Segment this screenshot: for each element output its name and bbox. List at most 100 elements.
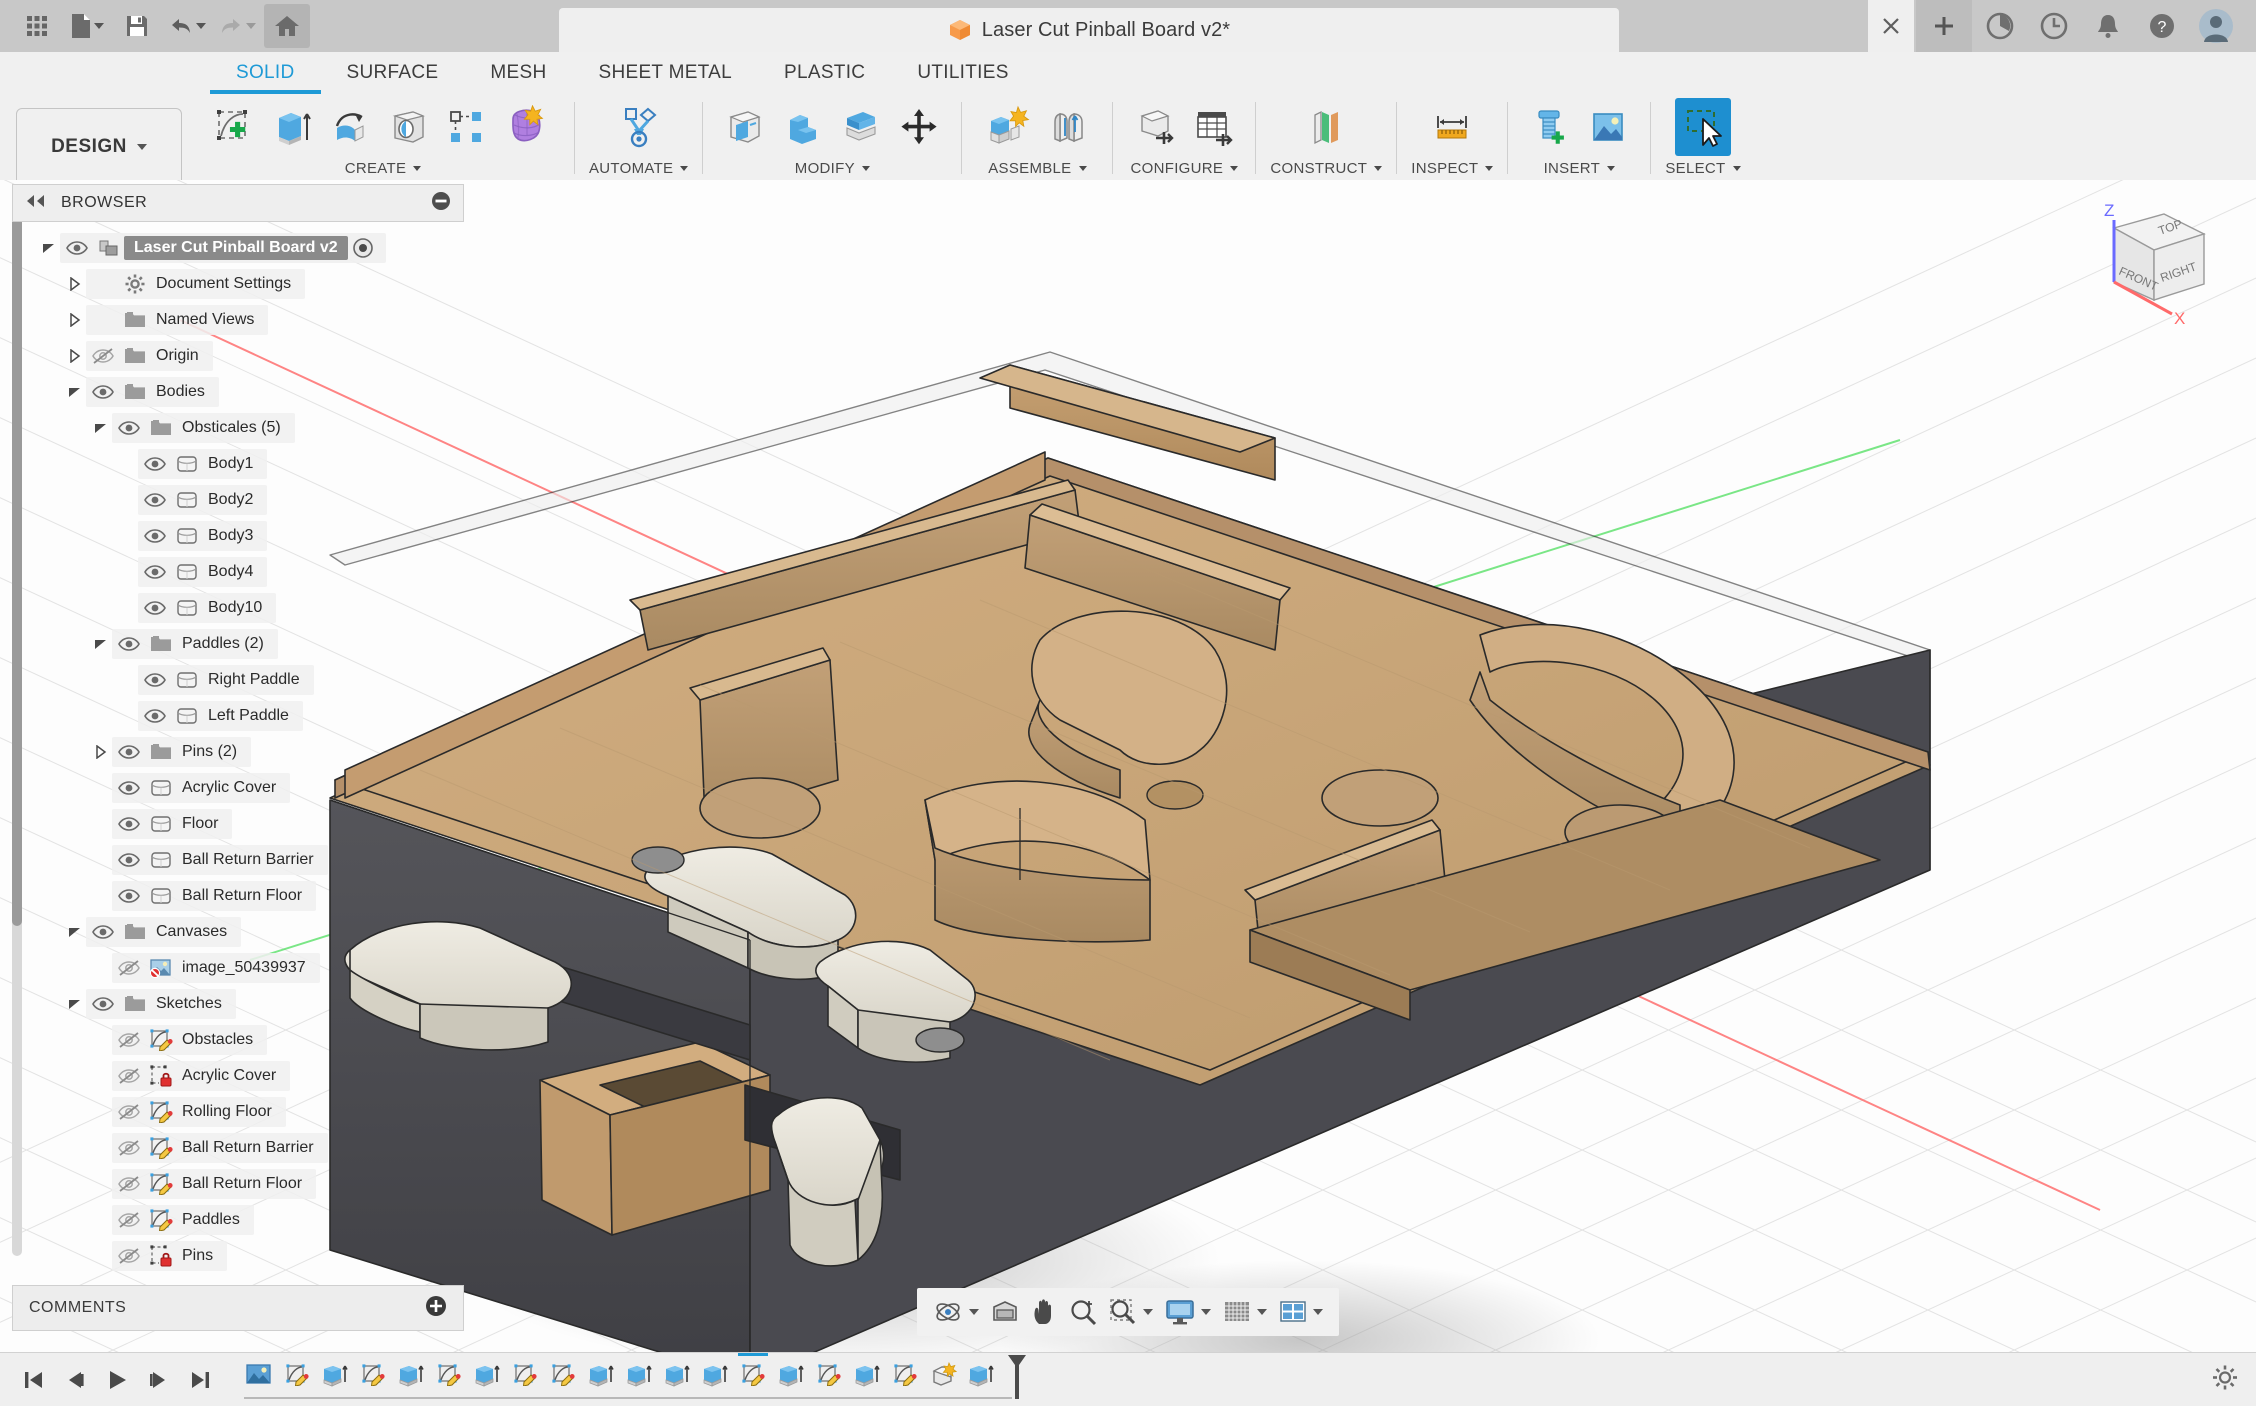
- select-tool-icon[interactable]: [1674, 98, 1731, 156]
- tree-item-chip[interactable]: Sketches: [86, 989, 236, 1019]
- panel-inspect-label[interactable]: INSPECT: [1411, 156, 1494, 180]
- fillet-icon[interactable]: [775, 98, 831, 156]
- collapse-arrow-icon[interactable]: [90, 413, 112, 443]
- close-icon[interactable]: [1868, 0, 1914, 52]
- visibility-hidden-icon[interactable]: [112, 1061, 146, 1091]
- tree-row-floor[interactable]: Floor: [12, 806, 464, 842]
- visibility-shown-icon[interactable]: [138, 593, 172, 623]
- timeline-begin-icon[interactable]: [14, 1358, 52, 1402]
- tree-row-body1[interactable]: Body1: [12, 446, 464, 482]
- panel-automate-label[interactable]: AUTOMATE: [589, 156, 689, 180]
- visibility-shown-icon[interactable]: [138, 557, 172, 587]
- minus-circle-icon[interactable]: [431, 191, 451, 216]
- tree-item-chip[interactable]: Paddles: [112, 1205, 254, 1235]
- move-copy-icon[interactable]: [891, 98, 947, 156]
- tree-item-chip[interactable]: Ball Return Barrier: [112, 845, 328, 875]
- automated-modeling-icon[interactable]: [607, 98, 671, 156]
- visibility-hidden-icon[interactable]: [112, 1097, 146, 1127]
- tree-row-ball-return-barrier[interactable]: Ball Return Barrier: [12, 1130, 464, 1166]
- visibility-hidden-icon[interactable]: [112, 1205, 146, 1235]
- visibility-hidden-icon[interactable]: [112, 1169, 146, 1199]
- panel-select-label[interactable]: SELECT: [1665, 156, 1741, 180]
- panel-assemble-label[interactable]: ASSEMBLE: [988, 156, 1087, 180]
- visibility-shown-icon[interactable]: [86, 377, 120, 407]
- tree-row-right-paddle[interactable]: Right Paddle: [12, 662, 464, 698]
- shell-icon[interactable]: [833, 98, 889, 156]
- pan-icon[interactable]: [1025, 1290, 1063, 1334]
- display-settings-icon[interactable]: [1159, 1290, 1217, 1334]
- tree-item-chip[interactable]: Pins (2): [112, 737, 252, 767]
- undo-icon[interactable]: [164, 4, 210, 48]
- tree-row-paddles[interactable]: Paddles: [12, 1202, 464, 1238]
- visibility-hidden-icon[interactable]: [112, 1025, 146, 1055]
- tree-row-acrylic-cover[interactable]: Acrylic Cover: [12, 1058, 464, 1094]
- hole-icon[interactable]: [380, 98, 436, 156]
- tree-row-body3[interactable]: Body3: [12, 518, 464, 554]
- radio-target-icon[interactable]: [348, 233, 378, 263]
- new-component-icon[interactable]: [976, 98, 1040, 156]
- tree-item-chip[interactable]: image_50439937: [112, 953, 320, 983]
- tree-row-image-50439937[interactable]: image_50439937: [12, 950, 464, 986]
- collapse-arrow-icon[interactable]: [64, 917, 86, 947]
- tree-item-chip[interactable]: Acrylic Cover: [112, 773, 291, 803]
- tree-row-ball-return-barrier[interactable]: Ball Return Barrier: [12, 842, 464, 878]
- tree-item-chip[interactable]: Obsticales (5): [112, 413, 295, 443]
- plus-circle-icon[interactable]: [425, 1295, 447, 1322]
- timeline-play-icon[interactable]: [98, 1358, 136, 1402]
- tree-row-pins[interactable]: Pins: [12, 1238, 464, 1274]
- visibility-shown-icon[interactable]: [112, 737, 146, 767]
- zoom-icon[interactable]: [1063, 1290, 1103, 1334]
- tree-row-ball-return-floor[interactable]: Ball Return Floor: [12, 1166, 464, 1202]
- gear-icon[interactable]: [2212, 1364, 2238, 1395]
- save-icon[interactable]: [114, 4, 160, 48]
- expand-arrow-icon[interactable]: [90, 737, 112, 767]
- pattern-icon[interactable]: [438, 98, 494, 156]
- tree-row-origin[interactable]: Origin: [12, 338, 464, 374]
- expand-arrow-icon[interactable]: [64, 341, 86, 371]
- tab-solid[interactable]: SOLID: [210, 52, 321, 94]
- tree-row-obsticales-5[interactable]: Obsticales (5): [12, 410, 464, 446]
- tab-mesh[interactable]: MESH: [464, 52, 572, 94]
- tree-row-root[interactable]: Laser Cut Pinball Board v2: [12, 230, 464, 266]
- new-file-caret-icon[interactable]: [94, 23, 104, 29]
- timeline-step-forward-icon[interactable]: [140, 1358, 178, 1402]
- extensions-icon[interactable]: [1974, 0, 2026, 52]
- expand-arrow-icon[interactable]: [38, 233, 60, 263]
- redo-icon[interactable]: [214, 4, 260, 48]
- chevron-down-icon[interactable]: [1143, 1309, 1153, 1315]
- configuration-table-icon[interactable]: [1185, 98, 1241, 156]
- measure-icon[interactable]: [1424, 98, 1480, 156]
- workspace-switcher[interactable]: DESIGN: [16, 108, 182, 186]
- home-icon[interactable]: [264, 4, 310, 48]
- tree-row-sketches[interactable]: Sketches: [12, 986, 464, 1022]
- tree-row-bodies[interactable]: Bodies: [12, 374, 464, 410]
- visibility-shown-icon[interactable]: [138, 701, 172, 731]
- expand-arrow-icon[interactable]: [64, 269, 86, 299]
- panel-configure-label[interactable]: CONFIGURE: [1131, 156, 1239, 180]
- tree-item-chip[interactable]: Body2: [138, 485, 268, 515]
- undo-caret-icon[interactable]: [196, 23, 206, 29]
- visibility-hidden-icon[interactable]: [112, 1241, 146, 1271]
- tree-item-chip[interactable]: Left Paddle: [138, 701, 303, 731]
- tab-surface[interactable]: SURFACE: [321, 52, 465, 94]
- visibility-shown-icon[interactable]: [112, 629, 146, 659]
- visibility-hidden-icon[interactable]: [86, 341, 120, 371]
- tree-item-chip[interactable]: Origin: [86, 341, 213, 371]
- tree-item-chip[interactable]: Body1: [138, 449, 268, 479]
- tree-row-body10[interactable]: Body10: [12, 590, 464, 626]
- tree-item-chip[interactable]: Canvases: [86, 917, 242, 947]
- insert-canvas-icon[interactable]: [1580, 98, 1636, 156]
- tab-sheet-metal[interactable]: SHEET METAL: [572, 52, 758, 94]
- viewports-icon[interactable]: [1273, 1290, 1329, 1334]
- document-tab[interactable]: Laser Cut Pinball Board v2*: [559, 8, 1619, 52]
- visibility-shown-icon[interactable]: [138, 521, 172, 551]
- tree-row-acrylic-cover[interactable]: Acrylic Cover: [12, 770, 464, 806]
- tree-item-chip[interactable]: Document Settings: [86, 269, 306, 299]
- tree-item-chip[interactable]: Paddles (2): [112, 629, 278, 659]
- chevron-down-icon[interactable]: [1313, 1309, 1323, 1315]
- visibility-shown-icon[interactable]: [138, 449, 172, 479]
- visibility-hidden-icon[interactable]: [112, 953, 146, 983]
- tree-item-chip[interactable]: Ball Return Floor: [112, 881, 317, 911]
- chevron-down-icon[interactable]: [969, 1309, 979, 1315]
- tree-item-chip[interactable]: Ball Return Floor: [112, 1169, 317, 1199]
